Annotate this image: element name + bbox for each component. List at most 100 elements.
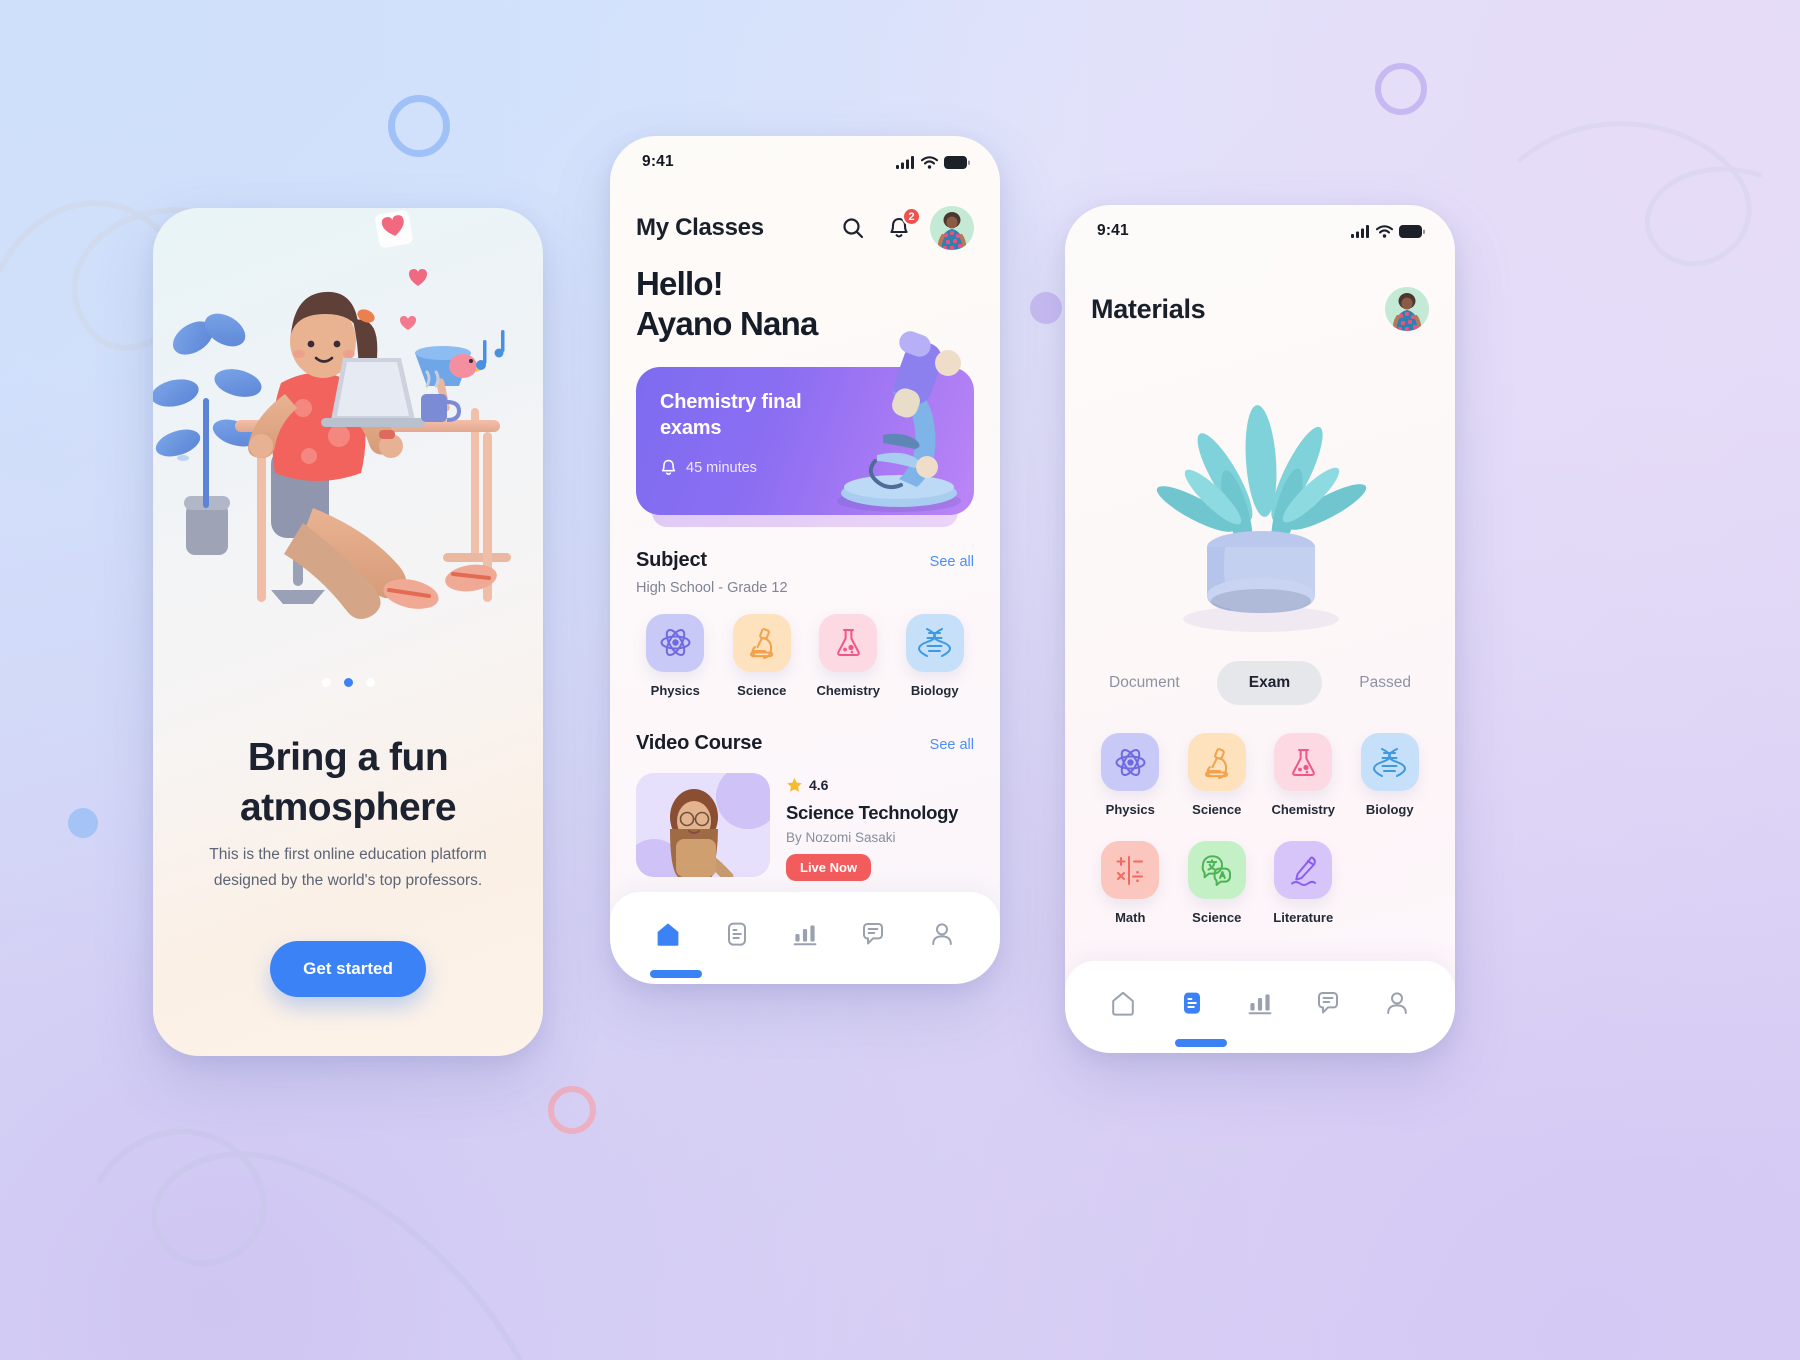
material-item-math[interactable]: Math bbox=[1087, 841, 1174, 925]
subject-label: Chemistry bbox=[816, 682, 881, 698]
nav-profile[interactable] bbox=[922, 914, 962, 954]
avatar[interactable] bbox=[1385, 287, 1429, 331]
pagination-dot-active[interactable] bbox=[343, 678, 353, 687]
live-badge: Live Now bbox=[786, 853, 872, 881]
bell-icon bbox=[661, 460, 676, 476]
cellular-icon bbox=[896, 155, 914, 169]
dna-icon bbox=[1373, 747, 1407, 777]
subject-list: Physics Science Chemistry Biology bbox=[610, 613, 1000, 698]
chart-icon bbox=[793, 925, 817, 946]
section-title: Video Course bbox=[636, 731, 763, 754]
nav-home[interactable] bbox=[1103, 983, 1143, 1023]
subject-item-science[interactable]: Science bbox=[719, 613, 806, 698]
materials-tabs: Document Exam Passed bbox=[1065, 661, 1455, 705]
bottom-nav bbox=[610, 892, 1000, 984]
pagination-dot[interactable] bbox=[321, 678, 331, 687]
material-label: Science bbox=[1192, 910, 1242, 925]
chat-icon bbox=[1318, 992, 1339, 1014]
status-bar: 9:41 bbox=[610, 136, 1000, 188]
tab-document[interactable]: Document bbox=[1099, 661, 1190, 705]
status-time: 9:41 bbox=[1097, 222, 1129, 239]
wifi-icon bbox=[1376, 224, 1393, 238]
deco-dot-violet bbox=[1030, 292, 1062, 324]
course-author: By Nozomi Sasaki bbox=[786, 829, 896, 845]
section-title: Subject bbox=[636, 548, 707, 571]
nav-messages[interactable] bbox=[1308, 983, 1348, 1023]
subject-section-header: Subject See all bbox=[610, 549, 1000, 572]
pagination-dot[interactable] bbox=[365, 678, 375, 687]
nav-profile[interactable] bbox=[1377, 983, 1417, 1023]
course-rating-value: 4.6 bbox=[809, 777, 829, 793]
atom-icon bbox=[660, 629, 691, 656]
subject-section-subtitle: High School - Grade 12 bbox=[636, 579, 788, 596]
material-label: Chemistry bbox=[1271, 802, 1336, 817]
exam-promo-card[interactable]: Chemistry final exams 45 minutes bbox=[636, 330, 974, 515]
subject-label: Biology bbox=[910, 682, 959, 698]
math-symbols-icon bbox=[1116, 855, 1143, 885]
subject-item-physics[interactable]: Physics bbox=[632, 613, 719, 698]
get-started-button[interactable]: Get started bbox=[270, 941, 426, 997]
phone-onboarding: Bring a fun atmosphere This is the first… bbox=[153, 208, 543, 1056]
see-all-videos-link[interactable]: See all bbox=[930, 737, 974, 753]
course-thumbnail bbox=[636, 772, 770, 877]
subject-label: Physics bbox=[650, 682, 700, 698]
nav-documents[interactable] bbox=[717, 914, 757, 954]
course-rating: 4.6 bbox=[786, 777, 958, 794]
promo-time: 45 minutes bbox=[686, 460, 757, 477]
chat-icon bbox=[863, 923, 884, 945]
video-section-header: Video Course See all bbox=[610, 732, 1000, 755]
status-bar: 9:41 bbox=[1065, 205, 1455, 257]
profile-icon bbox=[1386, 992, 1407, 1014]
materials-grid-row-2: Math Science Literature bbox=[1065, 841, 1455, 925]
dna-icon bbox=[918, 628, 952, 657]
translate-icon bbox=[1201, 854, 1232, 886]
document-icon bbox=[1183, 992, 1200, 1014]
material-label: Physics bbox=[1105, 802, 1155, 817]
flask-icon bbox=[836, 629, 860, 656]
nav-statistics[interactable] bbox=[785, 914, 825, 954]
promo-card-wrap: Chemistry final exams 45 minutes bbox=[636, 330, 974, 527]
phone-materials: 9:41 Materials Document Exam Passed Phys… bbox=[1065, 205, 1455, 1053]
search-icon bbox=[843, 218, 864, 239]
avatar[interactable] bbox=[930, 206, 974, 250]
cellular-icon bbox=[1351, 224, 1369, 238]
pen-icon bbox=[1290, 855, 1316, 886]
subject-item-biology[interactable]: Biology bbox=[892, 613, 979, 698]
subject-label: Science bbox=[737, 682, 787, 698]
nav-home[interactable] bbox=[648, 914, 688, 954]
nav-messages[interactable] bbox=[853, 914, 893, 954]
search-button[interactable] bbox=[838, 213, 868, 243]
atom-icon bbox=[1115, 748, 1146, 776]
material-item-science-lang[interactable]: Science bbox=[1174, 841, 1261, 925]
wifi-icon bbox=[921, 155, 938, 169]
material-item-empty bbox=[1347, 841, 1434, 925]
home-icon bbox=[657, 923, 679, 946]
deco-circle-violet bbox=[1375, 63, 1427, 115]
course-title: Science Technology bbox=[786, 801, 959, 823]
material-item-science[interactable]: Science bbox=[1174, 733, 1261, 817]
microscope-icon bbox=[750, 628, 774, 659]
pagination-dots[interactable] bbox=[153, 678, 543, 687]
nav-statistics[interactable] bbox=[1240, 983, 1280, 1023]
subject-item-chemistry[interactable]: Chemistry bbox=[805, 613, 892, 698]
see-all-subjects-link[interactable]: See all bbox=[930, 554, 974, 570]
material-item-physics[interactable]: Physics bbox=[1087, 733, 1174, 817]
tab-exam[interactable]: Exam bbox=[1216, 661, 1323, 705]
chart-icon bbox=[1248, 994, 1272, 1015]
bottom-nav bbox=[1065, 961, 1455, 1053]
deco-circle-pink bbox=[548, 1086, 596, 1134]
home-indicator bbox=[650, 970, 702, 978]
course-card[interactable]: 4.6 Science Technology By Nozomi Sasaki … bbox=[610, 772, 1000, 881]
greeting-line1: Hello! bbox=[636, 265, 724, 302]
tab-passed[interactable]: Passed bbox=[1349, 661, 1421, 705]
materials-grid-row-1: Physics Science Chemistry Biology bbox=[1065, 733, 1455, 817]
material-label: Math bbox=[1115, 910, 1146, 925]
nav-documents[interactable] bbox=[1172, 983, 1212, 1023]
material-item-biology[interactable]: Biology bbox=[1347, 733, 1434, 817]
material-item-literature[interactable]: Literature bbox=[1260, 841, 1347, 925]
material-item-chemistry[interactable]: Chemistry bbox=[1260, 733, 1347, 817]
materials-header: Materials bbox=[1065, 257, 1455, 331]
star-icon bbox=[787, 777, 802, 792]
material-label: Literature bbox=[1273, 910, 1334, 925]
notifications-button[interactable]: 2 bbox=[884, 207, 921, 243]
